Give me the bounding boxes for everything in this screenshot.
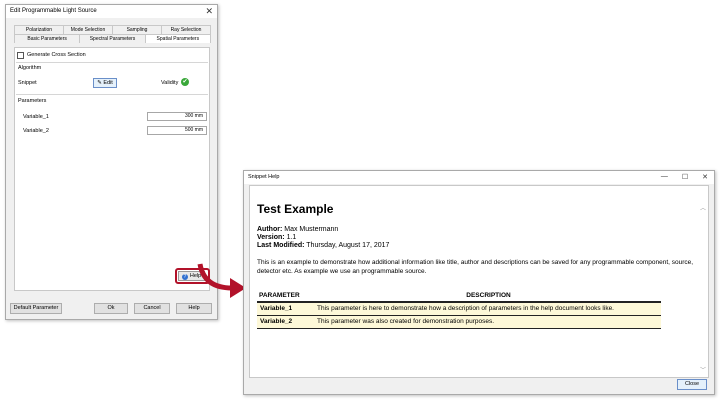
tab-ray-selection[interactable]: Ray Selection <box>161 25 211 34</box>
version-label: Version: <box>257 234 285 241</box>
modified-value: Thursday, August 17, 2017 <box>306 242 390 249</box>
parameter-description: This parameter is here to demonstrate ho… <box>314 302 661 316</box>
pencil-icon: ✎ <box>97 80 102 86</box>
chevron-up-icon[interactable]: ︿ <box>700 203 706 212</box>
tab-spatial-parameters[interactable]: Spatial Parameters <box>144 34 211 43</box>
edit-light-source-dialog: Edit Programmable Light Source ✕ Polariz… <box>5 4 218 320</box>
cancel-button[interactable]: Cancel <box>134 303 170 314</box>
close-button[interactable]: Close <box>677 379 707 390</box>
column-header-description: DESCRIPTION <box>314 290 661 303</box>
parameter-table: PARAMETER DESCRIPTION Variable_1 This pa… <box>257 290 661 329</box>
author-line: Author: Max Mustermann <box>257 226 338 233</box>
divider <box>16 94 208 95</box>
variable-1-label: Variable_1 <box>23 114 49 120</box>
variable-2-input[interactable]: 500 mm <box>147 126 207 135</box>
author-value: Max Mustermann <box>284 226 339 233</box>
divider <box>16 62 208 63</box>
edit-snippet-button[interactable]: ✎ Edit <box>93 78 117 88</box>
help-button[interactable]: Help <box>176 303 212 314</box>
variable-2-label: Variable_2 <box>23 128 49 134</box>
table-row: Variable_1 This parameter is here to dem… <box>257 302 661 316</box>
author-label: Author: <box>257 226 283 233</box>
generate-cross-section-label: Generate Cross Section <box>27 52 86 58</box>
column-header-parameter: PARAMETER <box>257 290 314 303</box>
parameter-name: Variable_1 <box>257 302 314 316</box>
tab-row-top: Polarization Mode Selection Sampling Ray… <box>14 25 211 34</box>
table-row: Variable_2 This parameter was also creat… <box>257 315 661 329</box>
minimize-icon[interactable]: — <box>661 173 668 181</box>
generate-cross-section-checkbox[interactable] <box>17 52 24 59</box>
chevron-down-icon[interactable]: ﹀ <box>700 365 706 374</box>
tab-polarization[interactable]: Polarization <box>14 25 64 34</box>
dialog-title: Edit Programmable Light Source <box>10 8 97 14</box>
tab-sampling[interactable]: Sampling <box>112 25 162 34</box>
algorithm-section-label: Algorithm <box>18 65 42 71</box>
parameter-description: This parameter was also created for demo… <box>314 315 661 329</box>
help-question-icon: ? <box>181 274 188 280</box>
window-controls: — ☐ ✕ <box>661 173 708 181</box>
modified-line: Last Modified: Thursday, August 17, 2017 <box>257 242 389 249</box>
close-icon[interactable]: ✕ <box>205 6 213 17</box>
modified-label: Last Modified: <box>257 242 305 249</box>
doc-description: This is an example to demonstrate how ad… <box>257 259 694 275</box>
check-circle-icon: ✔ <box>181 78 189 86</box>
dialog-titlebar: Edit Programmable Light Source ✕ <box>6 5 217 18</box>
snippet-label: Snippet <box>18 80 37 86</box>
variable-1-input[interactable]: 300 mm <box>147 112 207 121</box>
tab-mode-selection[interactable]: Mode Selection <box>63 25 113 34</box>
validity-label: Validity <box>161 80 179 86</box>
doc-title: Test Example <box>257 202 334 216</box>
spatial-parameters-panel: Generate Cross Section Algorithm Snippet… <box>14 47 210 291</box>
tab-spectral-parameters[interactable]: Spectral Parameters <box>79 34 146 43</box>
edit-button-label: Edit <box>103 80 113 86</box>
table-header-row: PARAMETER DESCRIPTION <box>257 290 661 303</box>
ok-button[interactable]: Ok <box>94 303 128 314</box>
tab-basic-parameters[interactable]: Basic Parameters <box>14 34 81 43</box>
tab-row-bottom: Basic Parameters Spectral Parameters Spa… <box>14 34 211 43</box>
vertical-scrollbar[interactable]: ︿ ﹀ <box>699 187 707 376</box>
snippet-help-window: Snippet Help — ☐ ✕ Test Example Author: … <box>243 170 715 395</box>
close-icon[interactable]: ✕ <box>702 173 708 181</box>
parameters-section-label: Parameters <box>18 98 47 104</box>
maximize-icon[interactable]: ☐ <box>682 173 688 181</box>
version-value: 1.1 <box>286 234 297 241</box>
help-titlebar: Snippet Help — ☐ ✕ <box>244 171 714 184</box>
version-line: Version: 1.1 <box>257 234 296 241</box>
help-window-title: Snippet Help <box>248 174 280 180</box>
parameter-name: Variable_2 <box>257 315 314 329</box>
default-parameter-button[interactable]: Default Parameter <box>10 303 62 314</box>
help-document: Test Example Author: Max Mustermann Vers… <box>249 185 709 378</box>
